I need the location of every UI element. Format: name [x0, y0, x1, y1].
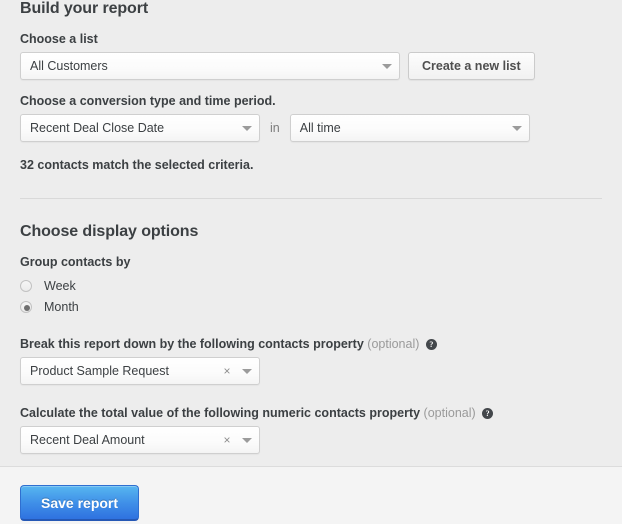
numeric-property-label: Calculate the total value of the followi… [20, 406, 602, 420]
numeric-property-value: Recent Deal Amount [21, 427, 219, 453]
breakdown-property-select[interactable]: Product Sample Request × [20, 357, 260, 385]
radio-icon-month [20, 301, 32, 313]
radio-label-week: Week [44, 279, 76, 293]
report-builder-panel: Build your report Choose a list All Cust… [0, 0, 622, 524]
breakdown-label-text: Break this report down by the following … [20, 337, 364, 351]
conversion-selection-row: Recent Deal Close Date in All time [20, 114, 602, 142]
radio-option-month[interactable]: Month [20, 296, 602, 317]
radio-icon-week [20, 280, 32, 292]
breakdown-optional-text: (optional) [367, 337, 419, 351]
report-builder-footer: Save report [0, 466, 622, 524]
numeric-label-text: Calculate the total value of the followi… [20, 406, 420, 420]
radio-label-month: Month [44, 300, 79, 314]
list-select[interactable]: All Customers [20, 52, 400, 80]
help-icon[interactable]: ? [426, 339, 437, 350]
conversion-type-value: Recent Deal Close Date [21, 115, 235, 141]
in-connector-label: in [268, 121, 282, 135]
display-options-heading: Choose display options [20, 223, 602, 241]
help-icon[interactable]: ? [482, 408, 493, 419]
report-builder-body: Build your report Choose a list All Cust… [0, 0, 622, 466]
time-period-select[interactable]: All time [290, 114, 530, 142]
chevron-down-icon [235, 358, 259, 384]
chevron-down-icon [375, 53, 399, 79]
chevron-down-icon [505, 115, 529, 141]
radio-option-week[interactable]: Week [20, 275, 602, 296]
chevron-down-icon [235, 427, 259, 453]
conversion-type-select[interactable]: Recent Deal Close Date [20, 114, 260, 142]
save-report-button[interactable]: Save report [20, 485, 139, 521]
conversion-type-label: Choose a conversion type and time period… [20, 94, 602, 108]
clear-icon[interactable]: × [219, 358, 235, 384]
time-period-value: All time [291, 115, 505, 141]
breakdown-property-label: Break this report down by the following … [20, 337, 602, 351]
list-select-value: All Customers [21, 53, 375, 79]
clear-icon[interactable]: × [219, 427, 235, 453]
numeric-optional-text: (optional) [424, 406, 476, 420]
section-divider [20, 198, 602, 199]
matching-contacts-count: 32 contacts match the selected criteria. [20, 158, 602, 172]
list-selection-row: All Customers Create a new list [20, 52, 602, 80]
numeric-property-select[interactable]: Recent Deal Amount × [20, 426, 260, 454]
create-new-list-button[interactable]: Create a new list [408, 52, 535, 80]
chevron-down-icon [235, 115, 259, 141]
breakdown-property-value: Product Sample Request [21, 358, 219, 384]
build-report-heading: Build your report [20, 0, 602, 18]
group-contacts-by-label: Group contacts by [20, 255, 602, 269]
choose-list-label: Choose a list [20, 32, 602, 46]
